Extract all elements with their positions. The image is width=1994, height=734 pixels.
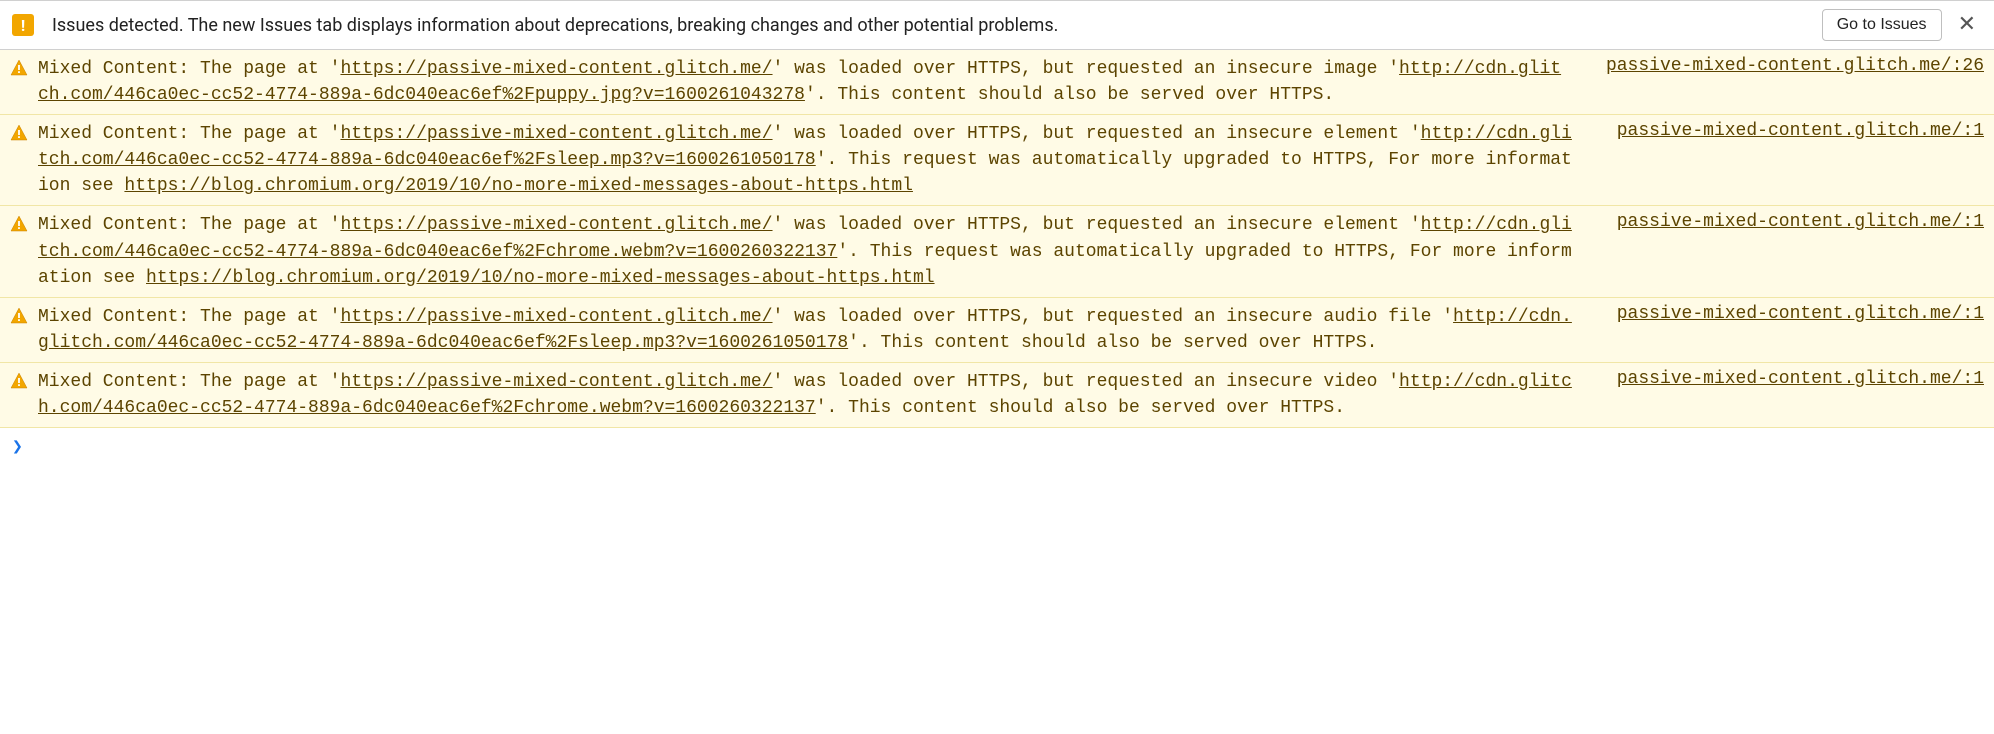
console-message-text: Mixed Content: The page at 'https://pass… bbox=[38, 121, 1577, 199]
console-prompt[interactable] bbox=[0, 428, 1994, 465]
message-source-link[interactable]: passive-mixed-content.glitch.me/:1 bbox=[1617, 304, 1984, 324]
console-warning-row: Mixed Content: The page at 'https://pass… bbox=[0, 115, 1994, 206]
console-warning-row: Mixed Content: The page at 'https://pass… bbox=[0, 298, 1994, 363]
console-message-text: Mixed Content: The page at 'https://pass… bbox=[38, 304, 1577, 356]
console-warning-row: Mixed Content: The page at 'https://pass… bbox=[0, 363, 1994, 428]
go-to-issues-button[interactable]: Go to Issues bbox=[1822, 9, 1942, 41]
info-url-link[interactable]: https://blog.chromium.org/2019/10/no-mor… bbox=[146, 268, 935, 288]
console-message-text: Mixed Content: The page at 'https://pass… bbox=[38, 369, 1577, 421]
chevron-right-icon bbox=[12, 436, 23, 457]
message-source-link[interactable]: passive-mixed-content.glitch.me/:1 bbox=[1617, 121, 1984, 141]
console-message-text: Mixed Content: The page at 'https://pass… bbox=[38, 212, 1577, 290]
issues-banner: ! Issues detected. The new Issues tab di… bbox=[0, 0, 1994, 50]
message-source-link[interactable]: passive-mixed-content.glitch.me/:26 bbox=[1606, 56, 1984, 76]
page-url-link[interactable]: https://passive-mixed-content.glitch.me/ bbox=[340, 59, 772, 79]
page-url-link[interactable]: https://passive-mixed-content.glitch.me/ bbox=[340, 215, 772, 235]
warning-triangle-icon bbox=[10, 215, 28, 233]
page-url-link[interactable]: https://passive-mixed-content.glitch.me/ bbox=[340, 307, 772, 327]
console-warning-row: Mixed Content: The page at 'https://pass… bbox=[0, 206, 1994, 297]
console-message-text: Mixed Content: The page at 'https://pass… bbox=[38, 56, 1566, 108]
close-icon[interactable]: ✕ bbox=[1952, 14, 1982, 36]
warning-triangle-icon bbox=[10, 124, 28, 142]
page-url-link[interactable]: https://passive-mixed-content.glitch.me/ bbox=[340, 124, 772, 144]
warning-triangle-icon bbox=[10, 307, 28, 325]
issues-banner-text: Issues detected. The new Issues tab disp… bbox=[52, 15, 1822, 36]
page-url-link[interactable]: https://passive-mixed-content.glitch.me/ bbox=[340, 372, 772, 392]
console-message-list: Mixed Content: The page at 'https://pass… bbox=[0, 50, 1994, 428]
warning-triangle-icon bbox=[10, 372, 28, 390]
message-source-link[interactable]: passive-mixed-content.glitch.me/:1 bbox=[1617, 369, 1984, 389]
console-warning-row: Mixed Content: The page at 'https://pass… bbox=[0, 50, 1994, 115]
warning-triangle-icon bbox=[10, 59, 28, 77]
warning-square-icon: ! bbox=[12, 14, 34, 36]
info-url-link[interactable]: https://blog.chromium.org/2019/10/no-mor… bbox=[124, 176, 913, 196]
message-source-link[interactable]: passive-mixed-content.glitch.me/:1 bbox=[1617, 212, 1984, 232]
